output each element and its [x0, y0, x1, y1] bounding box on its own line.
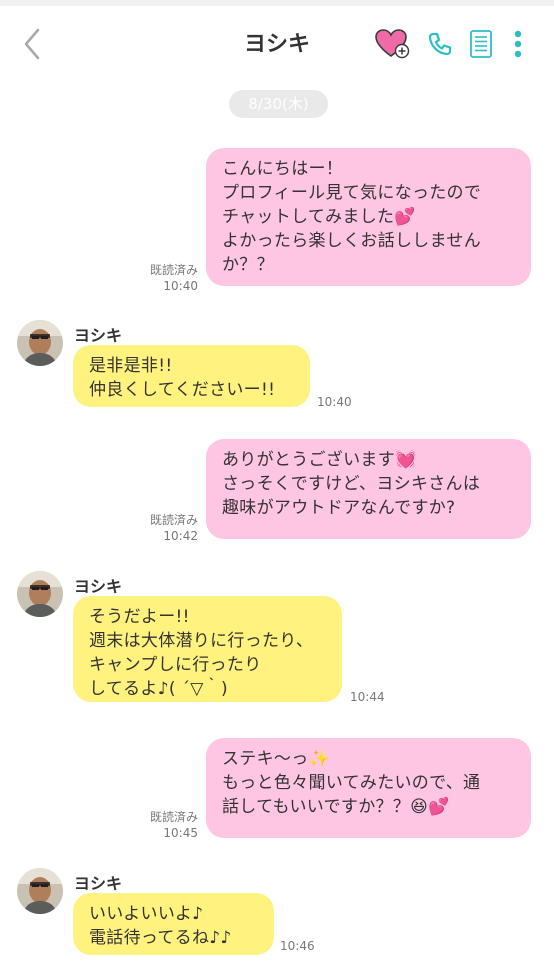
received-message-bubble[interactable]: 是非是非!! 仲良くしてくださいー!! — [73, 345, 310, 407]
read-receipt: 既読済み — [149, 263, 198, 277]
message-time: 10:46 — [280, 939, 315, 953]
avatar[interactable] — [17, 868, 63, 914]
message-time: 10:40 — [317, 395, 352, 409]
avatar[interactable] — [17, 571, 63, 617]
message-time: 10:44 — [350, 690, 385, 704]
heart-plus-icon — [375, 29, 410, 59]
sender-name: ヨシキ — [74, 874, 123, 893]
user-photo-icon — [17, 571, 63, 617]
sender-name: ヨシキ — [74, 326, 123, 345]
favorite-button[interactable] — [374, 26, 412, 62]
read-receipt: 既読済み — [149, 513, 198, 527]
more-vertical-icon — [514, 30, 522, 58]
chat-header: ヨシキ — [0, 6, 554, 78]
sent-message-bubble[interactable]: ありがとうございます💓 さっそくですけど、ヨシキさんは 趣味がアウトドアなんです… — [206, 439, 531, 539]
avatar[interactable] — [17, 320, 63, 366]
date-separator: 8/30(木) — [229, 90, 328, 118]
message-meta: 既読済み 10:42 — [130, 512, 198, 544]
sent-message-bubble[interactable]: こんにちはー！ プロフィール見て気になったので チャットしてみました💕 よかった… — [206, 148, 531, 286]
phone-icon — [428, 32, 452, 56]
read-receipt: 既読済み — [149, 810, 198, 824]
back-chevron-icon — [24, 28, 40, 60]
user-photo-icon — [17, 320, 63, 366]
call-button[interactable] — [426, 26, 454, 62]
more-button[interactable] — [508, 26, 528, 62]
memo-button[interactable] — [468, 26, 494, 62]
received-message-bubble[interactable]: そうだよー!! 週末は大体潜りに行ったり、 キャンプしに行ったり してるよ♪( … — [73, 596, 342, 702]
received-message-bubble[interactable]: いいよいいよ♪ 電話待ってるね♪♪ — [73, 893, 274, 955]
sent-message-bubble[interactable]: ステキ〜っ✨ もっと色々聞いてみたいので、通 話してもいいですか？？😆💕 — [206, 738, 531, 838]
sender-name: ヨシキ — [74, 577, 123, 596]
back-button[interactable] — [18, 24, 48, 64]
document-icon — [470, 30, 492, 58]
message-meta: 既読済み 10:40 — [130, 262, 198, 294]
user-photo-icon — [17, 868, 63, 914]
message-time: 10:40 — [163, 279, 198, 293]
message-meta: 既読済み 10:45 — [130, 809, 198, 841]
message-time: 10:45 — [163, 826, 198, 840]
message-time: 10:42 — [163, 529, 198, 543]
